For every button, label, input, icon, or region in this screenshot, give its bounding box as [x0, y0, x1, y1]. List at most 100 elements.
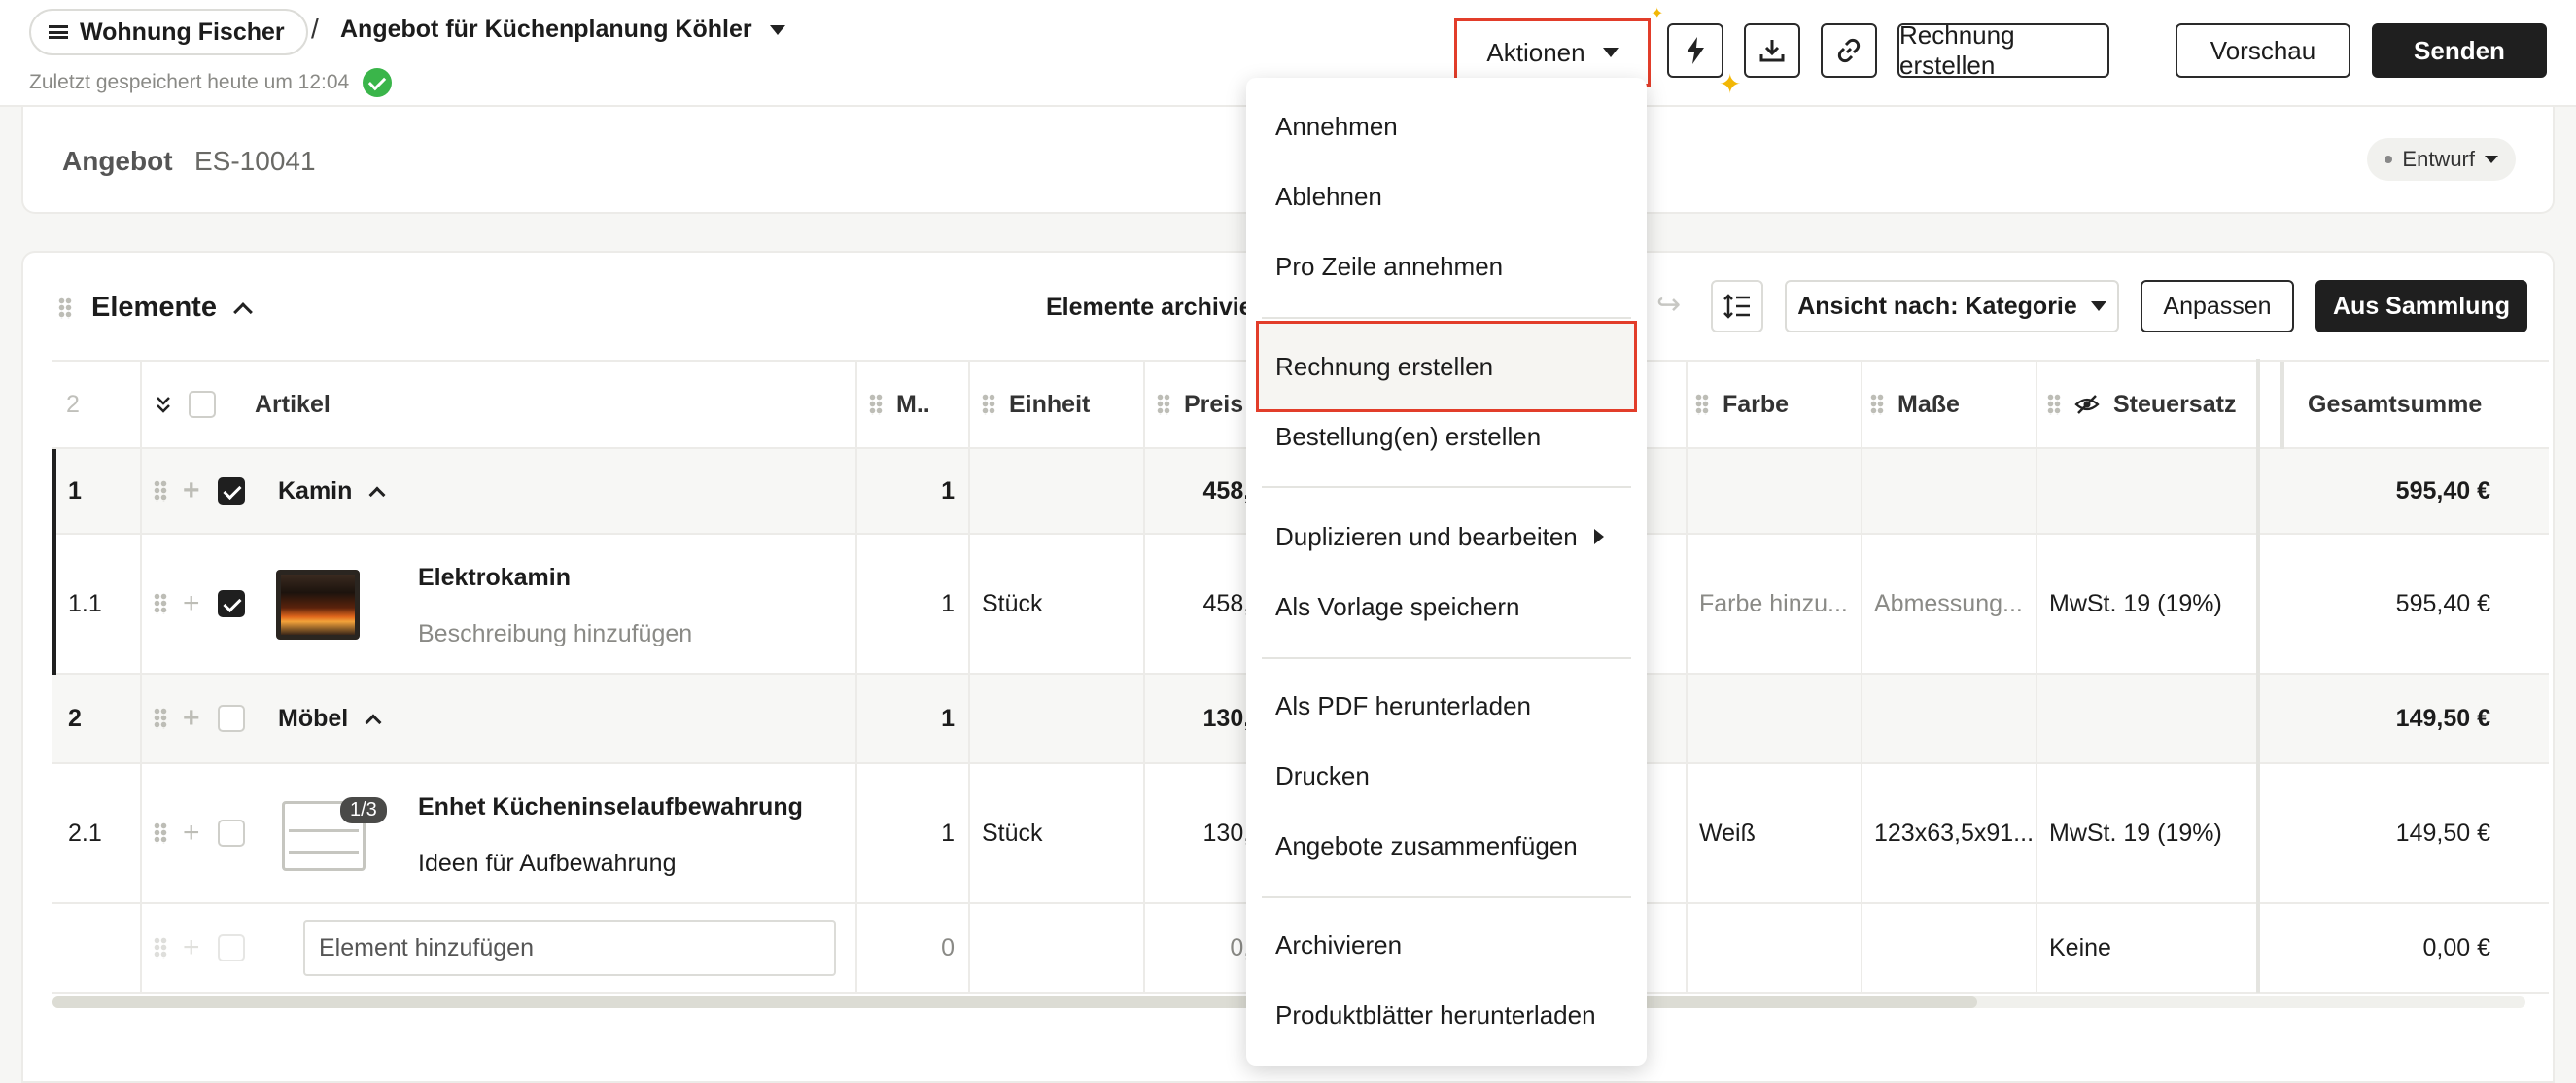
menu-item-accept[interactable]: Annehmen — [1246, 91, 1647, 161]
column-price[interactable]: Preis — [1157, 362, 1243, 447]
row-article[interactable]: Kamin — [278, 449, 386, 533]
row-quantity[interactable]: 1 — [871, 535, 955, 673]
add-row-total: 0,00 € — [2422, 933, 2490, 961]
document-title: Angebot für Küchenplanung Köhler — [340, 16, 752, 43]
elements-section-header[interactable]: Elemente — [58, 292, 253, 324]
chevron-up-icon[interactable] — [365, 714, 382, 731]
article-name[interactable]: Elektrokamin — [418, 564, 571, 592]
eye-off-icon[interactable] — [2074, 394, 2100, 415]
column-divider — [968, 764, 970, 904]
row-dimensions[interactable]: Abmessung... — [1874, 535, 2023, 673]
column-quantity[interactable]: M.. — [869, 362, 930, 447]
actions-button[interactable]: Aktionen — [1460, 24, 1645, 81]
drag-handle-icon[interactable] — [154, 593, 167, 614]
column-divider — [968, 904, 970, 994]
drag-handle-icon[interactable] — [1695, 394, 1709, 415]
status-badge[interactable]: Entwurf — [2367, 138, 2516, 181]
automation-button[interactable] — [1667, 23, 1723, 78]
add-subrow-icon[interactable]: + — [183, 675, 200, 762]
archive-elements-label[interactable]: Elemente archivier — [1046, 294, 1262, 322]
row-article[interactable]: Möbel — [278, 675, 382, 762]
document-title-dropdown[interactable]: Angebot für Küchenplanung Köhler — [340, 16, 785, 44]
project-breadcrumb[interactable]: Wohnung Fischer — [29, 9, 308, 55]
view-by-dropdown[interactable]: Ansicht nach: Kategorie — [1785, 280, 2119, 332]
add-subrow-icon[interactable]: + — [183, 535, 200, 673]
article-description[interactable]: Ideen für Aufbewahrung — [418, 850, 676, 878]
chevron-up-icon[interactable] — [233, 301, 253, 322]
drag-handle-icon[interactable] — [1157, 394, 1170, 415]
column-total[interactable]: Gesamtsumme — [2308, 362, 2482, 447]
checkbox[interactable] — [218, 705, 245, 732]
menu-item-download-product-sheets[interactable]: Produktblätter herunterladen — [1246, 980, 1647, 1050]
checkbox[interactable] — [189, 391, 216, 418]
product-image[interactable] — [276, 570, 360, 640]
from-collection-button[interactable]: Aus Sammlung — [2315, 280, 2527, 332]
select-all-checkbox[interactable] — [189, 362, 216, 447]
drag-handle-icon[interactable] — [58, 297, 72, 319]
menu-item-save-template[interactable]: Als Vorlage speichern — [1246, 572, 1647, 642]
share-link-button[interactable] — [1821, 23, 1877, 78]
redo-icon[interactable]: ↪ — [1656, 288, 1681, 322]
add-subrow-icon[interactable]: + — [183, 764, 200, 902]
drag-handle-icon[interactable] — [1870, 394, 1884, 415]
drag-handle-icon[interactable] — [154, 822, 167, 844]
column-dimensions[interactable]: Maße — [1870, 362, 1960, 447]
row-color[interactable]: Weiß — [1699, 764, 1756, 902]
row-checkbox[interactable] — [218, 449, 245, 533]
row-checkbox[interactable] — [218, 675, 245, 762]
drag-handle-icon[interactable] — [154, 708, 167, 729]
horizontal-scrollbar[interactable] — [52, 996, 1977, 1008]
column-tax-rate[interactable]: Steuersatz — [2047, 362, 2236, 447]
menu-item-create-invoice[interactable]: Rechnung erstellen — [1246, 332, 1647, 402]
row-checkbox[interactable] — [218, 535, 245, 673]
column-divider — [2036, 675, 2037, 764]
menu-item-create-orders[interactable]: Bestellung(en) erstellen — [1246, 402, 1647, 472]
row-checkbox[interactable] — [218, 764, 245, 902]
row-dimensions[interactable]: 123x63,5x91... — [1874, 764, 2034, 902]
menu-item-merge-offers[interactable]: Angebote zusammenfügen — [1246, 811, 1647, 881]
drag-handle-icon[interactable] — [154, 480, 167, 502]
drag-handle-icon[interactable] — [982, 394, 995, 415]
checkbox[interactable] — [218, 820, 245, 847]
article-description[interactable]: Beschreibung hinzufügen — [418, 620, 692, 648]
customize-button[interactable]: Anpassen — [2141, 280, 2294, 332]
article-name[interactable]: Enhet Kücheninselaufbewahrung — [418, 793, 803, 821]
send-button[interactable]: Senden — [2372, 23, 2547, 78]
row-tax-rate[interactable]: MwSt. 19 (19%) — [2049, 764, 2222, 902]
menu-item-print[interactable]: Drucken — [1246, 741, 1647, 811]
menu-item-duplicate-edit[interactable]: Duplizieren und bearbeiten — [1246, 502, 1647, 572]
column-color[interactable]: Farbe — [1695, 362, 1789, 447]
sparkle-icon: ✦ — [1651, 6, 1664, 22]
chevron-up-icon[interactable] — [368, 486, 386, 504]
column-divider — [2036, 449, 2037, 535]
row-unit[interactable]: Stück — [982, 764, 1043, 902]
menu-item-download-pdf[interactable]: Als PDF herunterladen — [1246, 671, 1647, 741]
menu-item-accept-per-line[interactable]: Pro Zeile annehmen — [1246, 231, 1647, 301]
row-drag-handle[interactable] — [154, 535, 167, 673]
create-invoice-button[interactable]: Rechnung erstellen — [1897, 20, 2109, 80]
menu-item-archive[interactable]: Archivieren — [1246, 910, 1647, 980]
row-drag-handle[interactable] — [154, 764, 167, 902]
row-quantity[interactable]: 1 — [871, 675, 955, 762]
column-divider — [140, 449, 142, 535]
drag-handle-icon[interactable] — [869, 394, 883, 415]
download-button[interactable] — [1744, 23, 1800, 78]
row-quantity[interactable]: 1 — [871, 449, 955, 533]
checkbox[interactable] — [218, 477, 245, 505]
row-tax-rate[interactable]: MwSt. 19 (19%) — [2049, 535, 2222, 673]
checkbox[interactable] — [218, 590, 245, 617]
preview-button[interactable]: Vorschau — [2176, 23, 2350, 78]
drag-handle-icon[interactable] — [2047, 394, 2061, 415]
expand-all-icon[interactable] — [154, 362, 173, 447]
row-height-button[interactable] — [1711, 280, 1763, 332]
row-unit[interactable]: Stück — [982, 535, 1043, 673]
row-quantity[interactable]: 1 — [871, 764, 955, 902]
row-drag-handle[interactable] — [154, 449, 167, 533]
column-article[interactable]: Artikel — [255, 362, 331, 447]
row-drag-handle[interactable] — [154, 675, 167, 762]
column-unit[interactable]: Einheit — [982, 362, 1090, 447]
add-element-input[interactable]: Element hinzufügen — [303, 920, 836, 976]
menu-item-reject[interactable]: Ablehnen — [1246, 161, 1647, 231]
add-subrow-icon[interactable]: + — [183, 449, 200, 533]
row-color[interactable]: Farbe hinzu... — [1699, 535, 1848, 673]
